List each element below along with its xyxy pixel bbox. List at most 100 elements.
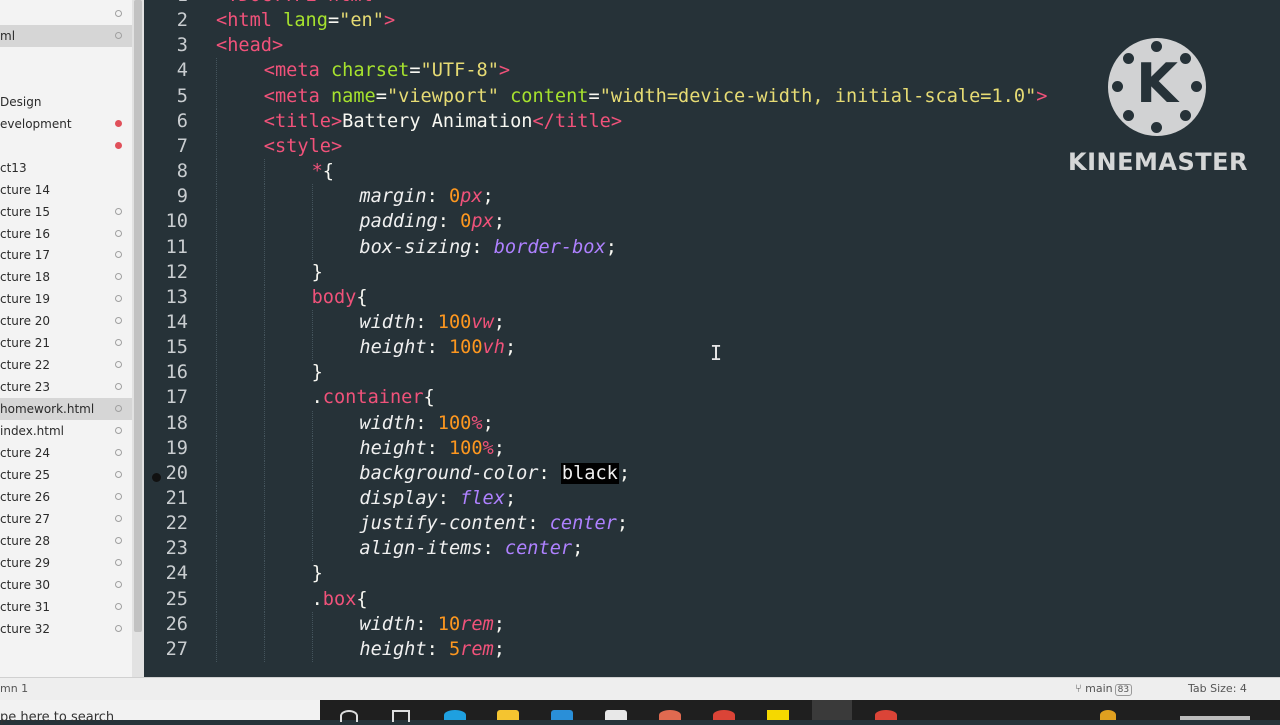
task-view-icon[interactable] bbox=[392, 710, 410, 722]
close-circle-icon[interactable] bbox=[115, 471, 122, 478]
close-circle-icon[interactable] bbox=[115, 427, 122, 434]
close-circle-icon[interactable] bbox=[115, 493, 122, 500]
file-tree-sidebar[interactable]: ml Design evelopment ct13 cture 14 cture 15 c… bbox=[0, 0, 132, 677]
code-line[interactable]: 2 <html lang="en"> bbox=[144, 8, 1280, 33]
sidebar-item[interactable]: cture 19 bbox=[0, 288, 132, 310]
cortana-icon[interactable] bbox=[340, 710, 358, 722]
sidebar-item[interactable]: cture 29 bbox=[0, 552, 132, 574]
sidebar-scrollbar-thumb[interactable] bbox=[134, 0, 142, 632]
close-circle-icon[interactable] bbox=[115, 537, 122, 544]
code-line[interactable]: 18 width: 100%; bbox=[144, 411, 1280, 436]
sidebar-item[interactable]: cture 14 bbox=[0, 179, 132, 201]
close-circle-icon[interactable] bbox=[115, 383, 122, 390]
line-number: 19 bbox=[165, 438, 188, 459]
close-circle-icon[interactable] bbox=[115, 295, 122, 302]
tab-size-indicator[interactable]: Tab Size: 4 bbox=[1188, 682, 1247, 695]
file-explorer-icon[interactable] bbox=[497, 710, 519, 720]
store-icon[interactable] bbox=[551, 710, 573, 720]
sidebar-item[interactable]: cture 32 bbox=[0, 618, 132, 640]
close-circle-icon[interactable] bbox=[115, 515, 122, 522]
sidebar-item[interactable]: homework.html bbox=[0, 398, 132, 420]
code-text: *{ bbox=[312, 159, 334, 184]
code-line[interactable]: 10 padding: 0px; bbox=[144, 209, 1280, 234]
indent-guide bbox=[263, 184, 265, 209]
sidebar-item[interactable]: cture 15 bbox=[0, 201, 132, 223]
sidebar-item[interactable]: cture 20 bbox=[0, 310, 132, 332]
close-circle-icon[interactable] bbox=[115, 603, 122, 610]
code-line[interactable]: 25 .box{ bbox=[144, 587, 1280, 612]
taskbar-search[interactable]: pe here to search bbox=[0, 700, 320, 725]
sidebar-item[interactable]: cture 17 bbox=[0, 244, 132, 266]
sidebar-item[interactable]: index.html bbox=[0, 420, 132, 442]
code-text: height: 100%; bbox=[359, 436, 505, 461]
code-line[interactable]: 27 height: 5rem; bbox=[144, 637, 1280, 662]
sidebar-item[interactable] bbox=[0, 69, 132, 91]
code-line[interactable]: 14 width: 100vw; bbox=[144, 310, 1280, 335]
weather-icon[interactable] bbox=[1100, 710, 1116, 720]
sidebar-item[interactable]: cture 21 bbox=[0, 332, 132, 354]
code-line[interactable]: 16} bbox=[144, 360, 1280, 385]
close-circle-icon[interactable] bbox=[115, 449, 122, 456]
sidebar-item[interactable]: Design bbox=[0, 91, 132, 113]
close-circle-icon[interactable] bbox=[115, 273, 122, 280]
sidebar-item[interactable]: cture 28 bbox=[0, 530, 132, 552]
close-circle-icon[interactable] bbox=[115, 251, 122, 258]
close-circle-icon[interactable] bbox=[115, 625, 122, 632]
chrome-icon[interactable] bbox=[713, 710, 735, 720]
mail-icon[interactable] bbox=[605, 710, 627, 720]
close-circle-icon[interactable] bbox=[115, 339, 122, 346]
close-circle-icon[interactable] bbox=[115, 32, 122, 39]
close-circle-icon[interactable] bbox=[115, 208, 122, 215]
code-line[interactable]: 24} bbox=[144, 561, 1280, 586]
sidebar-item[interactable] bbox=[0, 135, 132, 157]
sidebar-item[interactable]: cture 24 bbox=[0, 442, 132, 464]
git-branch[interactable]: ⑂ main 83 bbox=[1075, 682, 1133, 696]
sidebar-item[interactable]: ml bbox=[0, 25, 132, 47]
sidebar-item[interactable]: cture 18 bbox=[0, 266, 132, 288]
sidebar-item[interactable]: cture 23 bbox=[0, 376, 132, 398]
paint-icon[interactable] bbox=[659, 710, 681, 720]
edge-icon[interactable] bbox=[444, 710, 466, 720]
close-circle-icon[interactable] bbox=[115, 559, 122, 566]
code-token: container bbox=[322, 387, 424, 408]
sidebar-item[interactable]: cture 22 bbox=[0, 354, 132, 376]
sidebar-scrollbar[interactable] bbox=[132, 0, 144, 677]
sidebar-item[interactable]: cture 27 bbox=[0, 508, 132, 530]
code-line[interactable]: 26 width: 10rem; bbox=[144, 612, 1280, 637]
code-line[interactable]: 12} bbox=[144, 260, 1280, 285]
cursor-position[interactable]: mn 1 bbox=[0, 682, 28, 695]
code-line[interactable]: 13 body{ bbox=[144, 285, 1280, 310]
close-circle-icon[interactable] bbox=[115, 405, 122, 412]
code-line[interactable]: 23 align-items: center; bbox=[144, 536, 1280, 561]
sidebar-item[interactable]: cture 30 bbox=[0, 574, 132, 596]
code-line[interactable]: 20 background-color: black; bbox=[144, 461, 1280, 486]
close-circle-icon[interactable] bbox=[115, 230, 122, 237]
code-line[interactable]: 15 height: 100vh; bbox=[144, 335, 1280, 360]
code-token: 5 bbox=[448, 639, 461, 660]
sidebar-item[interactable] bbox=[0, 3, 132, 25]
sidebar-item[interactable]: ct13 bbox=[0, 157, 132, 179]
chrome-icon-2[interactable] bbox=[875, 710, 897, 720]
code-line[interactable]: 19 height: 100%; bbox=[144, 436, 1280, 461]
sidebar-item[interactable]: evelopment bbox=[0, 113, 132, 135]
indent-guide bbox=[263, 310, 265, 335]
sidebar-item[interactable]: cture 26 bbox=[0, 486, 132, 508]
code-line[interactable]: 1 <!DOCTYPE html> bbox=[144, 0, 1280, 8]
sidebar-item[interactable]: cture 16 bbox=[0, 223, 132, 245]
tray-icons[interactable] bbox=[1180, 716, 1250, 720]
code-token: display bbox=[359, 488, 438, 509]
sticky-notes-icon[interactable] bbox=[767, 710, 789, 720]
sidebar-item[interactable]: cture 25 bbox=[0, 464, 132, 486]
sublime-text-icon[interactable] bbox=[812, 700, 852, 720]
code-line[interactable]: 22 justify-content: center; bbox=[144, 511, 1280, 536]
code-line[interactable]: 9 margin: 0px; bbox=[144, 184, 1280, 209]
code-line[interactable]: 11 box-sizing: border-box; bbox=[144, 235, 1280, 260]
close-circle-icon[interactable] bbox=[115, 10, 122, 17]
close-circle-icon[interactable] bbox=[115, 317, 122, 324]
sidebar-item[interactable]: cture 31 bbox=[0, 596, 132, 618]
code-line[interactable]: 17 .container{ bbox=[144, 385, 1280, 410]
close-circle-icon[interactable] bbox=[115, 361, 122, 368]
sidebar-item[interactable] bbox=[0, 47, 132, 69]
close-circle-icon[interactable] bbox=[115, 581, 122, 588]
code-line[interactable]: 21 display: flex; bbox=[144, 486, 1280, 511]
